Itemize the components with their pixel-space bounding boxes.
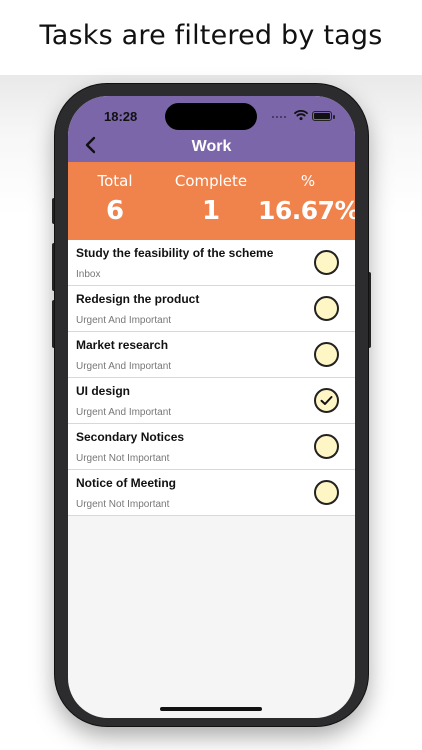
task-row[interactable]: Study the feasibility of the scheme Inbo… — [68, 240, 355, 286]
task-checkbox-checked[interactable] — [314, 388, 339, 413]
stat-total-label: Total — [97, 172, 133, 190]
page-title: Work — [191, 138, 232, 155]
task-row[interactable]: Market research Urgent And Important — [68, 332, 355, 378]
task-tag: Urgent And Important — [76, 361, 172, 372]
task-row[interactable]: Notice of Meeting Urgent Not Important — [68, 470, 355, 516]
task-title: Secondary Notices — [76, 430, 185, 444]
dynamic-island — [165, 103, 257, 130]
task-title: Market research — [76, 338, 169, 352]
stat-percent-label: % — [300, 172, 316, 190]
stats-panel: Total Complete % 6 1 16.67% — [68, 162, 355, 240]
nav-bar: 18:28 Work — [68, 96, 355, 162]
task-title: Study the feasibility of the scheme — [76, 246, 274, 260]
task-tag: Urgent And Important — [76, 315, 172, 326]
task-title: UI design — [76, 384, 131, 398]
task-checkbox[interactable] — [314, 480, 339, 505]
phone-screen: 18:28 Work Total Complete % 6 1 16.67% S… — [68, 96, 355, 718]
caption-title: Tasks are filtered by tags — [39, 20, 383, 51]
task-title: Redesign the product — [76, 292, 200, 306]
battery-icon — [312, 111, 335, 121]
task-tag: Urgent And Important — [76, 407, 172, 418]
wifi-icon — [294, 110, 308, 121]
task-tag: Urgent Not Important — [76, 453, 170, 464]
stat-total-value: 6 — [105, 196, 125, 226]
task-tag: Inbox — [76, 269, 101, 280]
checkmark-icon — [320, 396, 333, 405]
task-checkbox[interactable] — [314, 342, 339, 367]
task-tag: Urgent Not Important — [76, 499, 170, 510]
stat-percent-value: 16.67% — [258, 196, 355, 225]
signal-icon — [272, 116, 288, 118]
task-checkbox[interactable] — [314, 434, 339, 459]
task-list: Study the feasibility of the scheme Inbo… — [68, 240, 355, 516]
task-row[interactable]: Redesign the product Urgent And Importan… — [68, 286, 355, 332]
stat-complete-value: 1 — [201, 196, 221, 226]
task-checkbox[interactable] — [314, 296, 339, 321]
task-checkbox[interactable] — [314, 250, 339, 275]
home-indicator[interactable] — [160, 707, 262, 711]
stat-complete-label: Complete — [174, 172, 248, 190]
task-title: Notice of Meeting — [76, 476, 177, 490]
task-row[interactable]: Secondary Notices Urgent Not Important — [68, 424, 355, 470]
task-row[interactable]: UI design Urgent And Important — [68, 378, 355, 424]
status-time: 18:28 — [104, 109, 138, 124]
